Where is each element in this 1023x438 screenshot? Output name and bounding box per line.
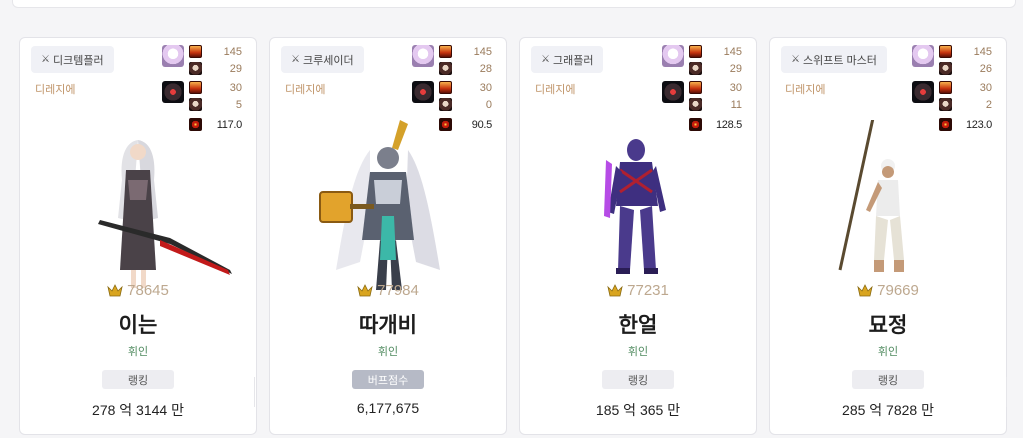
accessory-slot-icon (439, 98, 452, 111)
ranking-badge[interactable]: 랭킹 (102, 370, 174, 389)
title-slot-icon (189, 62, 202, 75)
stat-value: 29 (729, 63, 742, 75)
title-slot-icon (939, 62, 952, 75)
fame-value: 79669 (877, 282, 919, 299)
stat-value: 30 (729, 82, 742, 94)
job-tag: ⚔ 디크템플러 (31, 46, 114, 73)
stat-value: 11 (730, 99, 742, 111)
weapon-slot-icon (439, 45, 452, 58)
weapon-slot-icon (939, 45, 952, 58)
stat-value: 145 (473, 46, 492, 58)
server-name: 디레지에 (285, 84, 326, 96)
stat-value: 2 (985, 99, 992, 111)
fame-value: 78645 (127, 282, 169, 299)
aura-icon (912, 81, 934, 103)
fame-row: 77231 (520, 282, 756, 299)
stat-value: 145 (723, 46, 742, 58)
guild-name: 휘인 (377, 346, 399, 358)
stat-value: 29 (229, 63, 242, 75)
creature-icon (912, 45, 934, 67)
stat-value: 30 (979, 82, 992, 94)
title-slot-icon (689, 62, 702, 75)
accessory-slot-icon (189, 98, 202, 111)
fame-row: 78645 (20, 282, 256, 299)
stat-value: 5 (235, 99, 242, 111)
guild-name: 휘인 (127, 346, 149, 358)
armor-slot-icon (689, 81, 702, 94)
guild-name: 휘인 (627, 346, 649, 358)
guild-name: 휘인 (877, 346, 899, 358)
character-card[interactable]: ⚔ 디크템플러 디레지에 145 29 30 5 117.0 78645 이는 … (19, 37, 257, 435)
title-slot-icon (439, 62, 452, 75)
fame-value: 77231 (627, 282, 669, 299)
character-card[interactable]: ⚔ 크루세이더 디레지에 145 28 30 0 90.5 77984 따개비 (269, 37, 507, 435)
fame-icon (107, 283, 123, 296)
accessory-slot-icon (689, 98, 702, 111)
character-sprite (98, 140, 232, 288)
fame-row: 79669 (770, 282, 1006, 299)
stat-value: 30 (229, 82, 242, 94)
job-tag: ⚔ 스위프트 마스터 (781, 46, 887, 73)
divider (1006, 377, 1007, 407)
job-class-icon: ⚔ (291, 54, 300, 65)
fame-icon (857, 283, 873, 296)
job-label: 디크템플러 (52, 54, 104, 67)
server-name: 디레지에 (35, 84, 76, 96)
job-label: 그래플러 (552, 54, 594, 67)
character-name[interactable]: 묘정 (770, 309, 1006, 339)
score-value: 6,177,675 (356, 400, 420, 416)
accessory-slot-icon (939, 98, 952, 111)
weapon-slot-icon (189, 45, 202, 58)
job-class-icon: ⚔ (41, 54, 50, 65)
fame-value: 77984 (377, 282, 419, 299)
character-sprite (604, 139, 666, 274)
job-class-icon: ⚔ (791, 54, 800, 65)
server-name: 디레지에 (785, 84, 826, 96)
stat-value: 26 (979, 63, 992, 75)
character-card[interactable]: ⚔ 그래플러 디레지에 145 29 30 11 128.5 77231 한얼 … (519, 37, 757, 435)
score-value: 278 억 3144 만 (92, 402, 184, 418)
score-value: 285 억 7828 만 (842, 402, 934, 418)
divider (254, 377, 255, 407)
armor-slot-icon (439, 81, 452, 94)
fame-icon (357, 283, 373, 296)
job-label: 스위프트 마스터 (802, 54, 877, 67)
character-name[interactable]: 한얼 (520, 309, 756, 339)
stat-value: 30 (479, 82, 492, 94)
creature-icon (662, 45, 684, 67)
stat-value: 145 (223, 46, 242, 58)
character-card[interactable]: ⚔ 스위프트 마스터 디레지에 145 26 30 2 123.0 79669 (769, 37, 1007, 435)
ranking-badge[interactable]: 랭킹 (852, 370, 924, 389)
stat-value: 28 (479, 63, 492, 75)
job-label: 크루세이더 (302, 54, 354, 67)
aura-icon (412, 81, 434, 103)
buff-score-badge[interactable]: 버프점수 (352, 370, 424, 389)
character-sprite (838, 120, 904, 272)
character-name[interactable]: 따개비 (270, 309, 506, 339)
character-sprite (319, 120, 440, 290)
stat-value: 145 (973, 46, 992, 58)
armor-slot-icon (939, 81, 952, 94)
fame-row: 77984 (270, 282, 506, 299)
score-value: 185 억 365 만 (595, 402, 681, 418)
character-name[interactable]: 이는 (20, 309, 256, 339)
aura-icon (162, 81, 184, 103)
aura-icon (662, 81, 684, 103)
server-name: 디레지에 (535, 84, 576, 96)
stat-value: 0 (485, 99, 492, 111)
ranking-badge[interactable]: 랭킹 (602, 370, 674, 389)
creature-icon (162, 45, 184, 67)
job-tag: ⚔ 크루세이더 (281, 46, 364, 73)
job-tag: ⚔ 그래플러 (531, 46, 604, 73)
weapon-slot-icon (689, 45, 702, 58)
top-panel-edge (12, 0, 1016, 8)
job-class-icon: ⚔ (541, 54, 550, 65)
creature-icon (412, 45, 434, 67)
armor-slot-icon (189, 81, 202, 94)
fame-icon (607, 283, 623, 296)
